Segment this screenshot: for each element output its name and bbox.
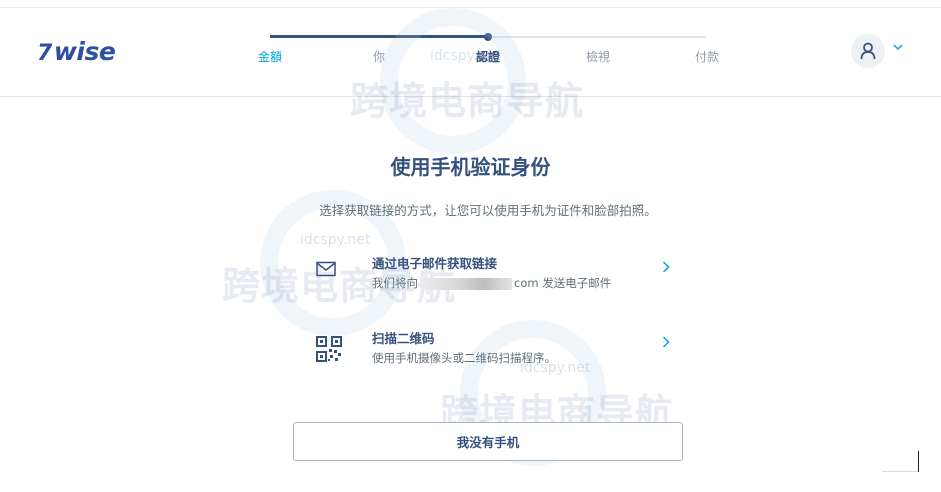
watermark-domain: idcspy.net bbox=[300, 232, 371, 248]
chevron-down-icon[interactable] bbox=[893, 44, 903, 51]
option-qr-title: 扫描二维码 bbox=[372, 331, 435, 346]
option-email-desc: 我们将向 com 发送电子邮件 bbox=[372, 275, 611, 291]
no-phone-button[interactable]: 我没有手机 bbox=[293, 422, 683, 461]
page-subtitle: 选择获取链接的方式，让您可以使用手机为证件和脸部拍照。 bbox=[319, 203, 657, 218]
wise-flag-icon: 7 bbox=[37, 41, 52, 66]
option-email-desc-prefix: 我们将向 bbox=[372, 276, 418, 290]
wise-logo[interactable]: 7wise bbox=[37, 37, 116, 66]
chevron-right-icon bbox=[662, 336, 670, 348]
step-pay: 付款 bbox=[694, 50, 720, 64]
redacted-email bbox=[420, 277, 512, 290]
option-email-title: 通过电子邮件获取链接 bbox=[372, 256, 498, 271]
step-amount[interactable]: 金額 bbox=[258, 48, 282, 65]
logo-text: wise bbox=[53, 37, 116, 66]
watermark-text: 跨境电商导航 bbox=[350, 79, 585, 123]
option-email-link[interactable]: 通过电子邮件获取链接 我们将向 com 发送电子邮件 bbox=[310, 253, 682, 305]
envelope-icon bbox=[316, 261, 336, 277]
chevron-right-icon bbox=[662, 261, 670, 273]
page-title: 使用手机验证身份 bbox=[390, 155, 551, 179]
cursor-underline bbox=[882, 471, 918, 472]
option-qr-desc: 使用手机摄像头或二维码扫描程序。 bbox=[372, 351, 556, 365]
watermark-domain: idcspy.net bbox=[430, 48, 501, 64]
option-email-desc-suffix: com 发送电子邮件 bbox=[514, 276, 612, 290]
step-review: 檢視 bbox=[585, 50, 611, 64]
qr-code-icon bbox=[316, 336, 342, 362]
text-cursor bbox=[918, 451, 919, 472]
option-qr-code[interactable]: 扫描二维码 使用手机摄像头或二维码扫描程序。 bbox=[310, 328, 682, 380]
user-icon bbox=[860, 42, 876, 60]
user-avatar-button[interactable] bbox=[851, 34, 885, 68]
